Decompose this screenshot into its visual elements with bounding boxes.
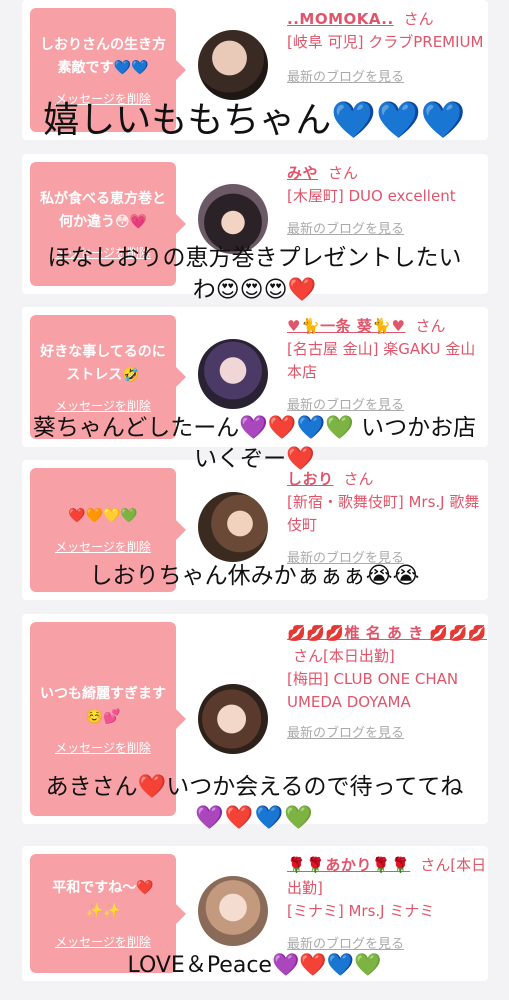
- delete-message-link[interactable]: メッセージを削除: [55, 933, 151, 950]
- avatar[interactable]: [198, 684, 268, 754]
- message-card: 私が食べる恵方巻と何か違う😳💗 メッセージを削除 みや さん [木屋町] DUO …: [22, 154, 488, 294]
- sender-info: ..MOMOKA.. さん [岐阜 可児] クラブPREMIUM 最新のブログを見…: [287, 8, 487, 89]
- sender-location: [新宿・歌舞伎町] Mrs.J 歌舞伎町: [287, 493, 480, 534]
- overlay-caption: ほなしおりの恵方巻きプレゼントしたい: [47, 245, 462, 271]
- sender-location: [木屋町] DUO excellent: [287, 187, 456, 205]
- sender-info: 💋💋💋椎 名 あ き 💋💋💋 さん[本日出勤] [梅田] CLUB ONE CHA…: [287, 622, 487, 745]
- name-suffix: さん: [328, 164, 359, 182]
- sender-info: 🌹🌹あかり🌹🌹 さん[本日出勤] [ミナミ] Mrs.J ミナミ 最新のブログを見…: [287, 854, 487, 956]
- overlay-caption: 葵ちゃんどしたーん💜❤️💙💚 いつかお店: [32, 415, 477, 441]
- latest-blog-link[interactable]: 最新のブログを見る: [287, 218, 487, 241]
- overlay-caption: いくぞー❤️: [194, 446, 315, 472]
- sender-location: [梅田] CLUB ONE CHAN UMEDA DOYAMA: [287, 670, 459, 711]
- overlay-caption: しおりちゃん休みかぁぁぁ😭😭: [89, 563, 420, 589]
- sender-location: [岐阜 可児] クラブPREMIUM: [287, 33, 484, 51]
- sender-name[interactable]: 🌹🌹あかり🌹🌹: [287, 856, 410, 874]
- message-text: 私が食べる恵方巻と何か違う😳💗: [40, 190, 166, 230]
- sender-name[interactable]: 💋💋💋椎 名 あ き 💋💋💋: [287, 624, 487, 642]
- sender-info: みや さん [木屋町] DUO excellent 最新のブログを見る: [287, 162, 487, 241]
- message-text: 平和ですね〜❤️ ✨✨: [52, 880, 154, 919]
- delete-message-link[interactable]: メッセージを削除: [55, 739, 151, 756]
- overlay-caption: 嬉しいももちゃん💙💙💙: [43, 100, 466, 141]
- latest-blog-link[interactable]: 最新のブログを見る: [287, 66, 487, 89]
- name-suffix: さん: [403, 10, 434, 28]
- latest-blog-link[interactable]: 最新のブログを見る: [287, 722, 487, 745]
- avatar[interactable]: [198, 492, 268, 562]
- message-text: ❤️🧡💛💚: [68, 508, 138, 524]
- delete-message-link[interactable]: メッセージを削除: [55, 397, 151, 414]
- name-suffix: さん[本日出勤]: [293, 647, 395, 665]
- avatar[interactable]: [198, 30, 268, 100]
- sender-location: [名古屋 金山] 楽GAKU 金山本店: [287, 340, 476, 381]
- sender-name[interactable]: みや: [287, 164, 318, 182]
- sender-name[interactable]: ♥🐈一条 葵🐈♥: [287, 317, 405, 335]
- overlay-caption: LOVE＆Peace💜❤️💙💚: [127, 953, 382, 978]
- message-text: いつも綺麗すぎます☺️💕: [40, 685, 166, 725]
- message-text: 好きな事してるのにストレス🤣: [40, 343, 166, 383]
- message-text: しおりさんの生き方素敵です💙💙: [40, 36, 166, 76]
- sender-location: [ミナミ] Mrs.J ミナミ: [287, 902, 435, 920]
- overlay-caption: わ😍😍😍❤️: [192, 277, 317, 303]
- sender-name[interactable]: ..MOMOKA..: [287, 10, 394, 28]
- name-suffix: さん: [415, 317, 446, 335]
- avatar[interactable]: [198, 339, 268, 409]
- avatar[interactable]: [198, 876, 268, 946]
- overlay-caption: あきさん❤️いつか会えるので待っててね: [45, 774, 464, 800]
- delete-message-link[interactable]: メッセージを削除: [55, 538, 151, 555]
- overlay-caption: 💜❤️💙💚: [195, 805, 314, 831]
- sender-info: ♥🐈一条 葵🐈♥ さん [名古屋 金山] 楽GAKU 金山本店 最新のブログを見る: [287, 315, 487, 417]
- sender-info: しおり さん [新宿・歌舞伎町] Mrs.J 歌舞伎町 最新のブログを見る: [287, 468, 487, 570]
